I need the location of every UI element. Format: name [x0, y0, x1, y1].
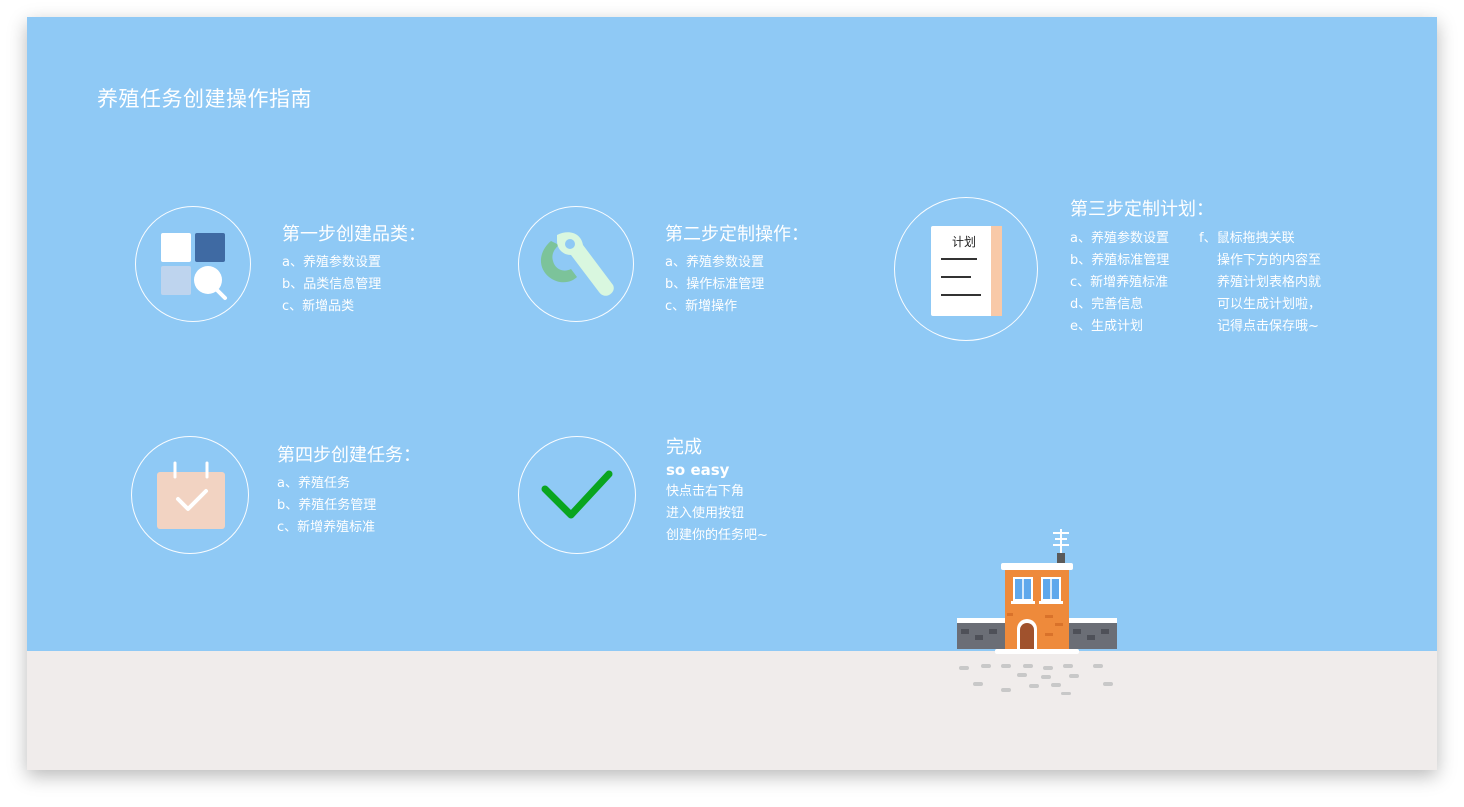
step2-item: b、操作标准管理 [665, 277, 765, 292]
step2-item: c、新增操作 [665, 299, 738, 314]
done-line: 快点击右下角 [666, 484, 745, 499]
step3-item: e、生成计划 [1070, 319, 1143, 334]
step3-item: d、完善信息 [1070, 297, 1144, 312]
step1-item: b、品类信息管理 [282, 277, 382, 292]
step3-item: 养殖计划表格内就 [1217, 275, 1322, 290]
step3-item: b、养殖标准管理 [1070, 253, 1170, 268]
plan-document-label: 计划 [952, 235, 977, 249]
step1-text: 第一步创建品类： a、养殖参数设置 b、品类信息管理 c、新增品类 [282, 220, 426, 318]
step3-items-right: f、鼠标拖拽关联 操作下方的内容至 养殖计划表格内就 可以生成计划啦， 记得点击… [1199, 228, 1321, 338]
checkmark-icon [541, 470, 613, 519]
step1-item: c、新增品类 [282, 299, 355, 314]
step2-icon-circle [518, 206, 634, 322]
wrench-icon [540, 232, 614, 296]
step2-item: a、养殖参数设置 [665, 255, 764, 270]
step4-text: 第四步创建任务： a、养殖任务 b、养殖任务管理 c、新增养殖标准 [277, 441, 421, 539]
step2-text: 第二步定制操作： a、养殖参数设置 b、操作标准管理 c、新增操作 [665, 220, 809, 318]
step3-items-left: a、养殖参数设置 b、养殖标准管理 c、新增养殖标准 d、完善信息 e、生成计划 [1070, 228, 1169, 338]
step3-item: 可以生成计划啦， [1217, 297, 1322, 312]
step3-title: 第三步定制计划： [1070, 199, 1214, 220]
done-line: 创建你的任务吧~ [666, 528, 768, 543]
guide-panel: 养殖任务创建操作指南 第一步创建品类： a、养殖参数设置 b、品类信息管理 c、… [27, 17, 1437, 770]
house-illustration [957, 529, 1117, 695]
step1-icon-circle [135, 206, 251, 322]
step3-item: 记得点击保存哦~ [1217, 319, 1319, 334]
plan-document-icon [931, 226, 1002, 316]
step3-item: a、养殖参数设置 [1070, 231, 1169, 246]
step3-item: c、新增养殖标准 [1070, 275, 1169, 290]
step2-title: 第二步定制操作： [665, 224, 809, 245]
page-title: 养殖任务创建操作指南 [97, 87, 312, 111]
step4-item: c、新增养殖标准 [277, 520, 376, 535]
step4-item: b、养殖任务管理 [277, 498, 377, 513]
step3-item: 操作下方的内容至 [1217, 253, 1322, 268]
step1-title: 第一步创建品类： [282, 224, 426, 245]
ground [27, 651, 1437, 770]
done-title: 完成 [666, 437, 702, 458]
done-subtitle: so easy [666, 461, 730, 479]
step3-text: 第三步定制计划： a、养殖参数设置 b、养殖标准管理 c、新增养殖标准 d、完善… [1070, 195, 1390, 355]
step3-item: f、鼠标拖拽关联 [1199, 231, 1295, 246]
category-grid-search-icon [161, 233, 227, 300]
step4-title: 第四步创建任务： [277, 445, 421, 466]
done-text: 完成 so easy 快点击右下角 进入使用按钮 创建你的任务吧~ [666, 437, 768, 547]
step4-item: a、养殖任务 [277, 476, 350, 491]
step1-item: a、养殖参数设置 [282, 255, 381, 270]
done-line: 进入使用按钮 [666, 506, 745, 521]
step3-icon-circle: 计划 [894, 197, 1038, 341]
step4-icon-circle [131, 436, 249, 554]
done-icon-circle [518, 436, 636, 554]
calendar-check-icon [157, 461, 225, 529]
